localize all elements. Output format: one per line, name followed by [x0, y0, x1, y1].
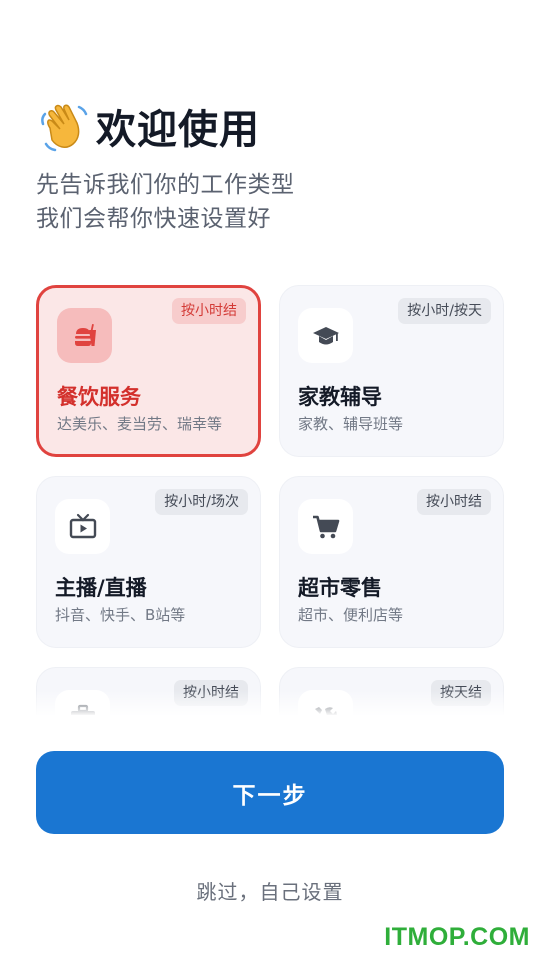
pay-type-tag: 按小时结 — [417, 489, 491, 515]
scroll-fade — [0, 690, 540, 715]
shopping-cart-icon — [298, 499, 353, 554]
job-card-tutoring[interactable]: 按小时/按天 家教辅导 家教、辅导班等 — [279, 285, 504, 457]
fastfood-icon — [57, 308, 112, 363]
live-tv-icon — [55, 499, 110, 554]
page-title: 欢迎使用 — [96, 107, 260, 153]
subtitle: 先告诉我们你的工作类型 我们会帮你快速设置好 — [36, 168, 295, 236]
header: 欢迎使用 先告诉我们你的工作类型 我们会帮你快速设置好 — [36, 98, 295, 236]
graduation-cap-icon — [298, 308, 353, 363]
job-card-catering[interactable]: 按小时结 餐饮服务 达美乐、麦当劳、瑞幸等 — [36, 285, 261, 457]
pay-type-tag: 按小时/按天 — [398, 298, 491, 324]
job-card-streaming[interactable]: 按小时/场次 主播/直播 抖音、快手、B站等 — [36, 476, 261, 648]
subtitle-line-1: 先告诉我们你的工作类型 — [36, 172, 295, 198]
pay-type-tag: 按小时结 — [172, 298, 246, 324]
job-card-examples: 抖音、快手、B站等 — [55, 606, 186, 624]
next-step-button[interactable]: 下一步 — [36, 751, 504, 834]
job-card-examples: 家教、辅导班等 — [298, 415, 404, 433]
job-card-examples: 达美乐、麦当劳、瑞幸等 — [57, 415, 223, 433]
job-card-title: 主播/直播 — [55, 576, 147, 600]
job-card-retail[interactable]: 按小时结 超市零售 超市、便利店等 — [279, 476, 504, 648]
waving-hand-icon — [36, 98, 92, 154]
title-row: 欢迎使用 — [36, 98, 295, 154]
job-card-examples: 超市、便利店等 — [298, 606, 404, 624]
job-type-grid: 按小时结 餐饮服务 达美乐、麦当劳、瑞幸等 按小时/按天 家教辅导 家教、辅导班… — [0, 280, 540, 715]
pay-type-tag: 按小时/场次 — [155, 489, 248, 515]
welcome-screen: 欢迎使用 先告诉我们你的工作类型 我们会帮你快速设置好 按小时结 餐饮服务 达美… — [0, 0, 540, 960]
subtitle-line-2: 我们会帮你快速设置好 — [36, 206, 271, 232]
job-card-title: 家教辅导 — [298, 385, 382, 409]
watermark-logo: ITMOP.COM — [384, 923, 530, 951]
job-card-title: 超市零售 — [298, 576, 382, 600]
skip-setup-link[interactable]: 跳过，自己设置 — [0, 876, 540, 905]
job-card-title: 餐饮服务 — [57, 385, 141, 409]
